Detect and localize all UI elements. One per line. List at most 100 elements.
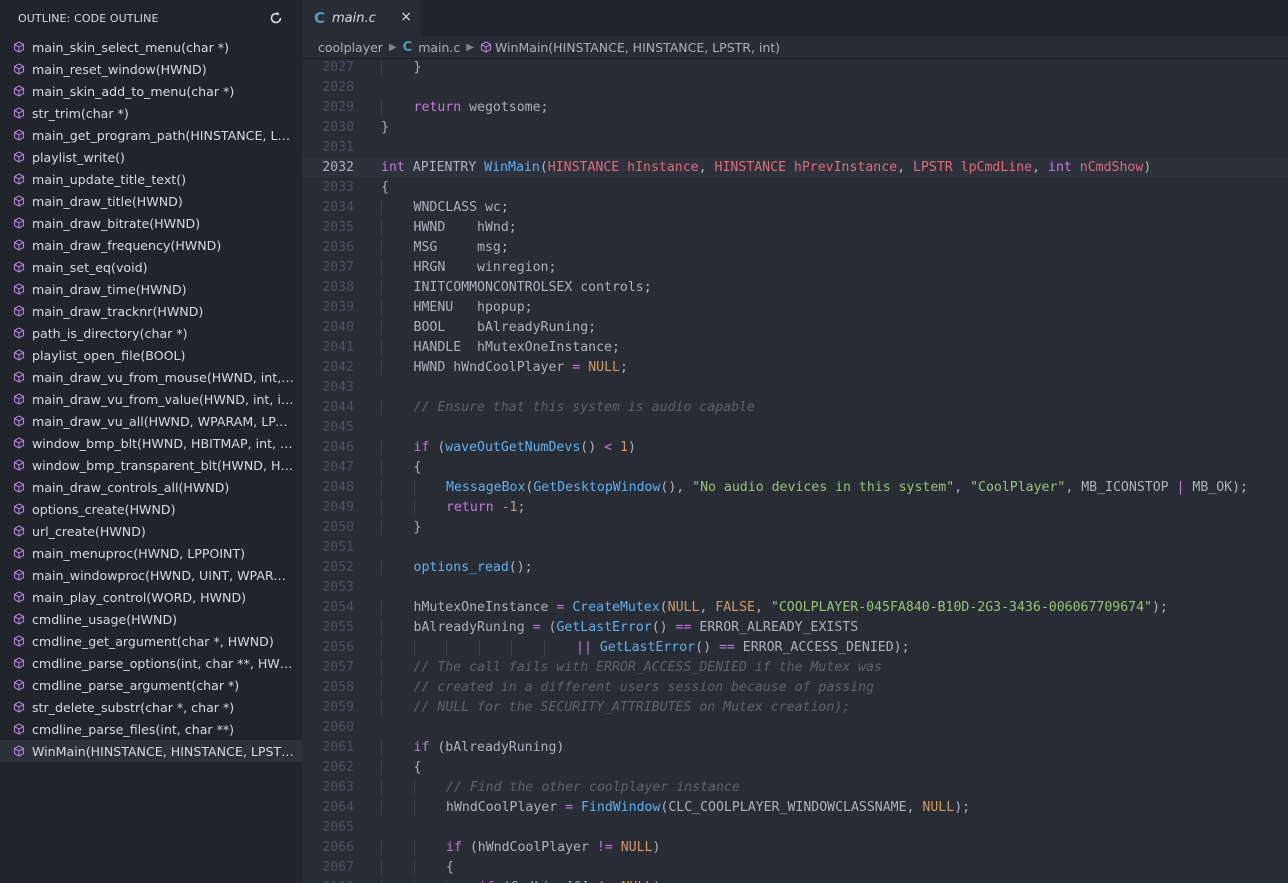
code-line: 2029 return wegotsome; bbox=[302, 97, 1288, 117]
outline-item[interactable]: main_windowproc(HWND, UINT, WPARAM,... bbox=[0, 564, 302, 586]
method-symbol-icon bbox=[13, 195, 25, 207]
close-icon[interactable]: × bbox=[400, 9, 412, 25]
outline-item[interactable]: main_draw_bitrate(HWND) bbox=[0, 212, 302, 234]
outline-item-label: main_draw_title(HWND) bbox=[32, 193, 183, 209]
method-symbol-icon bbox=[13, 723, 25, 735]
outline-item[interactable]: playlist_open_file(BOOL) bbox=[0, 344, 302, 366]
outline-item[interactable]: str_delete_substr(char *, char *) bbox=[0, 696, 302, 718]
outline-item[interactable]: cmdline_parse_options(int, char **, HWND… bbox=[0, 652, 302, 674]
code-line: 2055 bAlreadyRuning = (GetLastError() == … bbox=[302, 617, 1288, 637]
outline-item[interactable]: str_trim(char *) bbox=[0, 102, 302, 124]
code-line: 2040 BOOL bAlreadyRuning; bbox=[302, 317, 1288, 337]
line-source: bAlreadyRuning = (GetLastError() == ERRO… bbox=[354, 619, 858, 635]
outline-header: OUTLINE: CODE OUTLINE bbox=[0, 0, 302, 36]
breadcrumb-symbol[interactable]: WinMain(HINSTANCE, HINSTANCE, LPSTR, int… bbox=[495, 40, 780, 55]
line-source: HMENU hpopup; bbox=[354, 299, 533, 315]
outline-item[interactable]: main_skin_select_menu(char *) bbox=[0, 36, 302, 58]
line-source: return wegotsome; bbox=[354, 99, 549, 115]
code-token: GetLastError bbox=[556, 619, 652, 635]
method-symbol-icon bbox=[13, 547, 25, 559]
line-source: // NULL for the SECURITY_ATTRIBUTES on M… bbox=[354, 699, 850, 715]
line-number: 2068 bbox=[302, 880, 354, 883]
code-token: wegotsome; bbox=[461, 99, 549, 115]
outline-item[interactable]: main_draw_time(HWND) bbox=[0, 278, 302, 300]
line-number: 2051 bbox=[322, 539, 354, 555]
outline-item-label: path_is_directory(char *) bbox=[32, 325, 188, 341]
breadcrumb-file[interactable]: main.c bbox=[418, 40, 460, 55]
outline-title: OUTLINE: CODE OUTLINE bbox=[18, 11, 159, 25]
code-token: ); bbox=[1151, 599, 1168, 615]
code-line: 2046 if (waveOutGetNumDevs() < 1) bbox=[302, 437, 1288, 457]
line-number: 2059 bbox=[322, 699, 354, 715]
method-symbol-icon bbox=[13, 173, 25, 185]
line-number: 2052 bbox=[322, 559, 354, 575]
outline-item[interactable]: main_draw_controls_all(HWND) bbox=[0, 476, 302, 498]
line-source: } bbox=[354, 59, 421, 75]
outline-item[interactable]: cmdline_parse_argument(char *) bbox=[0, 674, 302, 696]
method-symbol-icon bbox=[13, 371, 25, 383]
outline-item[interactable]: main_skin_add_to_menu(char *) bbox=[0, 80, 302, 102]
code-token: , bbox=[698, 159, 715, 175]
code-token: , bbox=[699, 599, 716, 615]
line-source: if (hWndCoolPlayer != NULL) bbox=[354, 839, 660, 855]
outline-item[interactable]: main_draw_title(HWND) bbox=[0, 190, 302, 212]
outline-item[interactable]: window_bmp_blt(HWND, HBITMAP, int, int,.… bbox=[0, 432, 302, 454]
outline-item[interactable]: main_draw_vu_all(HWND, WPARAM, LPARA... bbox=[0, 410, 302, 432]
outline-item[interactable]: main_reset_window(HWND) bbox=[0, 58, 302, 80]
outline-item[interactable]: main_draw_tracknr(HWND) bbox=[0, 300, 302, 322]
code-line: 2031 bbox=[302, 137, 1288, 157]
indent-guide bbox=[413, 479, 415, 495]
outline-item[interactable]: options_create(HWND) bbox=[0, 498, 302, 520]
code-token: ( bbox=[429, 439, 446, 455]
outline-item[interactable]: window_bmp_transparent_blt(HWND, HBIT... bbox=[0, 454, 302, 476]
code-token: (hWndCoolPlayer bbox=[461, 839, 597, 855]
line-number: 2044 bbox=[322, 399, 354, 415]
code-token: return bbox=[413, 99, 462, 115]
code-token: NULL bbox=[922, 799, 955, 815]
outline-item[interactable]: main_play_control(WORD, HWND) bbox=[0, 586, 302, 608]
indent-guide bbox=[381, 259, 382, 275]
method-symbol-icon bbox=[13, 701, 25, 713]
code-token: ) bbox=[1143, 159, 1152, 175]
code-line: 2056 || GetLastError() == ERROR_ACCESS_DE… bbox=[302, 637, 1288, 657]
code-line: 2052 options_read(); bbox=[302, 557, 1288, 577]
code-editor[interactable]: 2027} 2028 2029 return wegotsome; 2030} 2031 2… bbox=[302, 57, 1288, 883]
line-number: 2063 bbox=[322, 779, 354, 795]
line-source: MessageBox(GetDesktopWindow(), "No audio… bbox=[354, 479, 1248, 495]
outline-item[interactable]: cmdline_parse_files(int, char **) bbox=[0, 718, 302, 740]
outline-item-label: main_windowproc(HWND, UINT, WPARAM,... bbox=[32, 567, 294, 583]
outline-item[interactable]: main_draw_vu_from_value(HWND, int, int) bbox=[0, 388, 302, 410]
line-source: { bbox=[354, 180, 389, 195]
line-source: return -1; bbox=[354, 499, 525, 515]
tab-label: main.c bbox=[332, 10, 376, 26]
refresh-icon[interactable] bbox=[268, 10, 284, 26]
breadcrumb-folder[interactable]: coolplayer bbox=[318, 40, 383, 55]
line-number: 2038 bbox=[322, 279, 354, 295]
outline-item[interactable]: main_draw_frequency(HWND) bbox=[0, 234, 302, 256]
code-token: // The call fails with ERROR_ACCESS_DENI… bbox=[413, 659, 882, 675]
outline-item[interactable]: main_get_program_path(HINSTANCE, LPTS... bbox=[0, 124, 302, 146]
outline-item-label: url_create(HWND) bbox=[32, 523, 146, 539]
outline-item[interactable]: path_is_directory(char *) bbox=[0, 322, 302, 344]
method-symbol-icon bbox=[13, 393, 25, 405]
outline-item[interactable]: playlist_write() bbox=[0, 146, 302, 168]
line-number: 2050 bbox=[322, 519, 354, 535]
outline-item[interactable]: main_set_eq(void) bbox=[0, 256, 302, 278]
outline-item[interactable]: WinMain(HINSTANCE, HINSTANCE, LPSTR, ... bbox=[0, 740, 302, 762]
code-token: , bbox=[754, 599, 771, 615]
line-source: // Ensure that this system is audio capa… bbox=[354, 399, 755, 415]
tab-main-c[interactable]: C main.c × bbox=[302, 0, 421, 36]
outline-item[interactable]: url_create(HWND) bbox=[0, 520, 302, 542]
tab-bar: C main.c × bbox=[302, 0, 1288, 36]
outline-item-label: window_bmp_blt(HWND, HBITMAP, int, int,.… bbox=[32, 435, 294, 451]
code-token: // created in a different users session … bbox=[413, 679, 875, 695]
outline-item[interactable]: main_update_title_text() bbox=[0, 168, 302, 190]
outline-item[interactable]: main_menuproc(HWND, LPPOINT) bbox=[0, 542, 302, 564]
code-token: GetLastError bbox=[599, 639, 696, 655]
outline-item[interactable]: main_draw_vu_from_mouse(HWND, int, int) bbox=[0, 366, 302, 388]
method-symbol-icon bbox=[13, 613, 25, 625]
line-number: 2065 bbox=[322, 819, 354, 835]
outline-item[interactable]: cmdline_usage(HWND) bbox=[0, 608, 302, 630]
outline-item[interactable]: cmdline_get_argument(char *, HWND) bbox=[0, 630, 302, 652]
